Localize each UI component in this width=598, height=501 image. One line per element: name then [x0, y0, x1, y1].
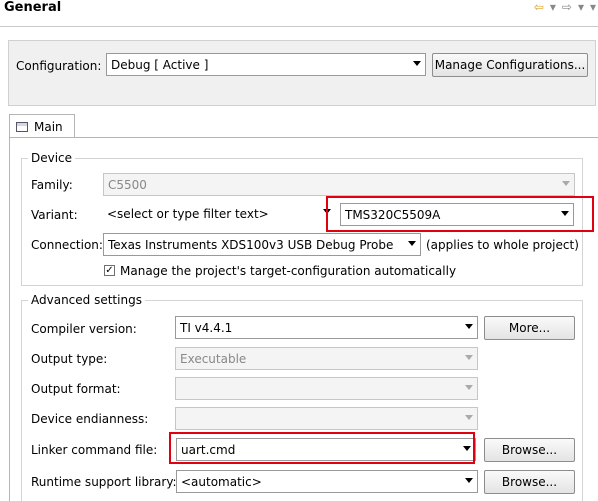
device-endianness-label: Device endianness:	[31, 412, 149, 426]
variant-filter-text: <select or type filter text>	[107, 206, 269, 221]
configuration-value: Debug [ Active ]	[111, 57, 209, 72]
chevron-down-icon	[408, 241, 416, 246]
runtime-support-library-label: Runtime support library:	[31, 475, 177, 489]
variant-value: TMS320C5509A	[345, 207, 441, 222]
more-button[interactable]: More...	[484, 316, 575, 340]
chevron-down-icon	[465, 415, 473, 420]
chevron-down-icon	[561, 211, 569, 216]
output-type-value: Executable	[180, 351, 247, 366]
tab-main-label: Main	[34, 119, 63, 134]
family-value: C5500	[108, 177, 147, 192]
compiler-version-label: Compiler version:	[31, 322, 137, 336]
chevron-down-icon	[465, 385, 473, 390]
main-tab-icon	[16, 121, 28, 132]
chevron-down-icon	[465, 355, 473, 360]
compiler-version-value: TI v4.4.1	[180, 320, 233, 335]
runtime-support-library-select[interactable]: <automatic>	[176, 470, 478, 493]
header-divider	[0, 26, 598, 27]
linker-browse-button[interactable]: Browse...	[484, 438, 575, 462]
connection-note: (applies to whole project)	[426, 238, 579, 252]
chevron-down-icon	[562, 181, 570, 186]
runtime-support-library-value: <automatic>	[181, 474, 262, 489]
rts-browse-button[interactable]: Browse...	[484, 470, 575, 494]
output-format-label: Output format:	[31, 382, 121, 396]
forward-arrow-icon[interactable]: ⇨	[562, 0, 572, 14]
output-format-select[interactable]	[175, 377, 478, 400]
connection-select[interactable]: Texas Instruments XDS100v3 USB Debug Pro…	[103, 233, 421, 256]
view-menu-icon[interactable]: ▾	[590, 0, 596, 14]
back-dropdown-icon[interactable]: ▾	[550, 0, 556, 14]
manage-target-config-label: Manage the project's target-configuratio…	[120, 264, 457, 278]
device-endianness-select[interactable]	[175, 407, 478, 430]
linker-command-file-label: Linker command file:	[31, 443, 158, 457]
compiler-version-select[interactable]: TI v4.4.1	[175, 316, 478, 339]
connection-label: Connection:	[31, 238, 103, 252]
manage-target-config-checkbox[interactable]: ✓	[104, 265, 115, 276]
chevron-down-icon	[413, 61, 421, 66]
tab-main[interactable]: Main	[9, 114, 75, 138]
advanced-settings-legend: Advanced settings	[28, 293, 145, 307]
variant-select[interactable]: TMS320C5509A	[340, 203, 574, 226]
linker-highlight-box	[169, 432, 475, 464]
manage-configurations-button[interactable]: Manage Configurations...	[432, 53, 588, 77]
family-select[interactable]: C5500	[103, 173, 575, 196]
output-type-select[interactable]: Executable	[175, 347, 478, 370]
connection-value: Texas Instruments XDS100v3 USB Debug Pro…	[108, 237, 394, 252]
output-type-label: Output type:	[31, 352, 108, 366]
history-nav: ⇦ ▾ ⇨ ▾ ▾	[534, 0, 596, 14]
family-label: Family:	[31, 178, 73, 192]
variant-label: Variant:	[31, 208, 78, 222]
forward-dropdown-icon[interactable]: ▾	[578, 0, 584, 14]
configuration-label: Configuration:	[16, 59, 102, 73]
device-legend: Device	[28, 151, 76, 165]
page-title: General	[4, 0, 62, 15]
variant-filter-input[interactable]: <select or type filter text>	[103, 202, 335, 225]
configuration-select[interactable]: Debug [ Active ]	[106, 53, 426, 76]
chevron-down-icon	[465, 324, 473, 329]
back-arrow-icon[interactable]: ⇦	[534, 0, 544, 14]
chevron-down-icon	[465, 478, 473, 483]
